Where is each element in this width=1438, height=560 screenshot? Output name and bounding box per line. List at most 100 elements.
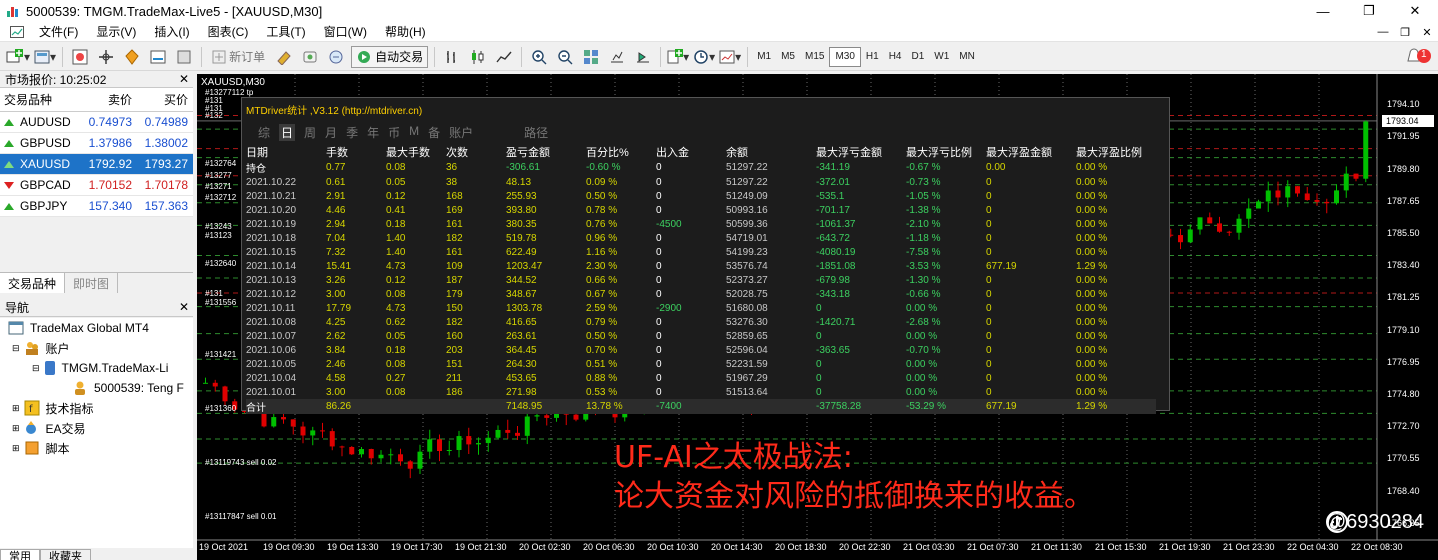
tab-favorites[interactable]: 收藏夹 bbox=[40, 549, 91, 560]
close-button[interactable]: ✕ bbox=[1392, 0, 1438, 22]
time-axis-label: 20 Oct 10:30 bbox=[647, 542, 699, 552]
tester-icon[interactable] bbox=[173, 46, 195, 68]
market-watch-row[interactable]: GBPJPY 157.340 157.363 bbox=[0, 196, 193, 217]
column-bid[interactable]: 卖价 bbox=[80, 91, 136, 108]
stats-cell: -643.72 bbox=[816, 232, 850, 244]
timeframe-m15[interactable]: M15 bbox=[800, 47, 829, 67]
stats-cell: 0 bbox=[986, 302, 992, 314]
navigator-icon[interactable] bbox=[121, 46, 143, 68]
timeframe-m1[interactable]: M1 bbox=[752, 47, 776, 67]
market-watch-close-icon[interactable]: ✕ bbox=[179, 72, 189, 86]
zoom-in-icon[interactable] bbox=[528, 46, 550, 68]
new-order-button[interactable]: 新订单 bbox=[208, 46, 269, 68]
timeframe-m5[interactable]: M5 bbox=[776, 47, 800, 67]
nav-accounts[interactable]: ⊟ 账户 bbox=[12, 338, 70, 358]
mdi-minimize-button[interactable]: — bbox=[1372, 22, 1394, 42]
maximize-button[interactable]: ❐ bbox=[1346, 0, 1392, 22]
stats-tab[interactable]: 路径 bbox=[524, 124, 548, 141]
collapse-icon[interactable]: ⊟ bbox=[32, 363, 40, 374]
candle-body bbox=[1197, 217, 1203, 230]
nav-expert-advisors[interactable]: ⊞ EA交易 bbox=[12, 418, 86, 438]
profiles-icon[interactable]: ▾ bbox=[34, 46, 56, 68]
stats-cell: 2021.10.18 bbox=[246, 232, 297, 244]
stats-cell: 677.19 bbox=[986, 260, 1017, 272]
expand-icon[interactable]: ⊞ bbox=[12, 443, 20, 454]
timeframe-w1[interactable]: W1 bbox=[929, 47, 954, 67]
nav-scripts[interactable]: ⊞ 脚本 bbox=[12, 438, 70, 458]
auto-trading-button[interactable]: 自动交易 bbox=[351, 45, 429, 68]
stats-tab[interactable]: 周 bbox=[304, 124, 316, 141]
chart-window-icon[interactable] bbox=[6, 21, 28, 43]
stats-tab[interactable]: 年 bbox=[367, 124, 379, 141]
templates-icon[interactable]: ▾ bbox=[719, 46, 741, 68]
market-watch-row[interactable]: GBPUSD 1.37986 1.38002 bbox=[0, 133, 193, 154]
market-watch-icon[interactable] bbox=[69, 46, 91, 68]
nav-account[interactable]: 5000539: Teng F bbox=[72, 378, 184, 398]
timeframe-mn[interactable]: MN bbox=[954, 47, 980, 67]
timeframe-m30[interactable]: M30 bbox=[829, 46, 861, 67]
nav-server[interactable]: ⊟ TMGM.TradeMax-Li bbox=[32, 358, 168, 378]
stats-tab[interactable]: 备 bbox=[428, 124, 440, 141]
timeframe-h1[interactable]: H1 bbox=[861, 47, 884, 67]
menu-charts[interactable]: 图表(C) bbox=[199, 23, 258, 40]
tab-tick-chart[interactable]: 即时图 bbox=[65, 273, 119, 293]
menu-tools[interactable]: 工具(T) bbox=[257, 23, 314, 40]
mdi-close-button[interactable]: ✕ bbox=[1416, 22, 1438, 42]
stats-tab[interactable]: 账户 bbox=[449, 124, 473, 141]
line-chart-icon[interactable] bbox=[493, 46, 515, 68]
nav-root[interactable]: TradeMax Global MT4 bbox=[8, 318, 149, 338]
tab-common[interactable]: 常用 bbox=[0, 549, 40, 560]
expand-icon[interactable]: ⊞ bbox=[12, 403, 20, 414]
navigator-close-icon[interactable]: ✕ bbox=[179, 300, 189, 314]
expand-icon[interactable]: ⊞ bbox=[12, 423, 20, 434]
menu-window[interactable]: 窗口(W) bbox=[315, 23, 376, 40]
stats-column-header: 百分比% bbox=[586, 147, 629, 159]
stats-tab[interactable]: 综 bbox=[258, 124, 270, 141]
order-label: #131421 bbox=[205, 350, 237, 359]
menu-insert[interactable]: 插入(I) bbox=[145, 23, 198, 40]
stats-tab[interactable]: 日 bbox=[279, 124, 296, 141]
menu-file[interactable]: 文件(F) bbox=[30, 23, 87, 40]
price-chart[interactable]: XAUUSD,M30 #13277112 tp #131 #131 #132 #1327… bbox=[197, 74, 1438, 560]
collapse-icon[interactable]: ⊟ bbox=[12, 343, 20, 354]
menu-view[interactable]: 显示(V) bbox=[87, 23, 145, 40]
market-watch-row[interactable]: GBPCAD 1.70152 1.70178 bbox=[0, 175, 193, 196]
column-symbol[interactable]: 交易品种 bbox=[0, 91, 80, 108]
stats-cell: 2.46 bbox=[326, 358, 346, 370]
timeframe-h4[interactable]: H4 bbox=[884, 47, 907, 67]
stats-cell: 168 bbox=[446, 190, 463, 202]
autoscroll-icon[interactable] bbox=[632, 46, 654, 68]
zoom-out-icon[interactable] bbox=[554, 46, 576, 68]
terminal-icon[interactable] bbox=[147, 46, 169, 68]
timeframe-d1[interactable]: D1 bbox=[907, 47, 930, 67]
stats-tab[interactable]: 月 bbox=[325, 124, 337, 141]
chart-shift-icon[interactable] bbox=[606, 46, 628, 68]
stats-column-header: 最大浮亏比例 bbox=[906, 147, 972, 159]
mtdriver-stats-panel[interactable]: MTDriver统计 ,V3.12 (http://mtdriver.cn) 综… bbox=[241, 97, 1170, 414]
minimize-button[interactable]: — bbox=[1300, 0, 1346, 22]
stats-tab[interactable]: 季 bbox=[346, 124, 358, 141]
options-icon[interactable] bbox=[299, 46, 321, 68]
column-ask[interactable]: 买价 bbox=[136, 91, 192, 108]
tile-windows-icon[interactable] bbox=[580, 46, 602, 68]
periods-icon[interactable]: ▾ bbox=[693, 46, 715, 68]
metaeditor-icon[interactable] bbox=[273, 46, 295, 68]
market-watch-row[interactable]: AUDUSD 0.74973 0.74989 bbox=[0, 112, 193, 133]
crosshair-icon[interactable] bbox=[95, 46, 117, 68]
menu-help[interactable]: 帮助(H) bbox=[376, 23, 435, 40]
nav-indicators[interactable]: ⊞ f 技术指标 bbox=[12, 398, 94, 418]
market-watch-row[interactable]: XAUUSD 1792.92 1793.27 bbox=[0, 154, 193, 175]
stats-header-row: 日期 手数 最大手数 次数 盈亏金额 百分比% 出入金 余额 最大浮亏金额 最大浮亏比例 最大浮盈金… bbox=[246, 144, 1156, 160]
stats-tab[interactable]: 币 bbox=[388, 124, 400, 141]
tab-symbols[interactable]: 交易品种 bbox=[0, 273, 66, 293]
candlestick-icon[interactable] bbox=[467, 46, 489, 68]
stats-tab[interactable]: M bbox=[409, 124, 419, 141]
stats-cell: 182 bbox=[446, 316, 463, 328]
stats-cell: 519.78 bbox=[506, 232, 537, 244]
signals-icon[interactable] bbox=[325, 46, 347, 68]
new-chart-icon[interactable]: ▾ bbox=[6, 46, 30, 68]
indicators-icon[interactable]: ▾ bbox=[667, 46, 689, 68]
bar-chart-icon[interactable] bbox=[441, 46, 463, 68]
notifications-button[interactable]: 1 bbox=[1402, 46, 1432, 69]
mdi-restore-button[interactable]: ❐ bbox=[1394, 22, 1416, 42]
